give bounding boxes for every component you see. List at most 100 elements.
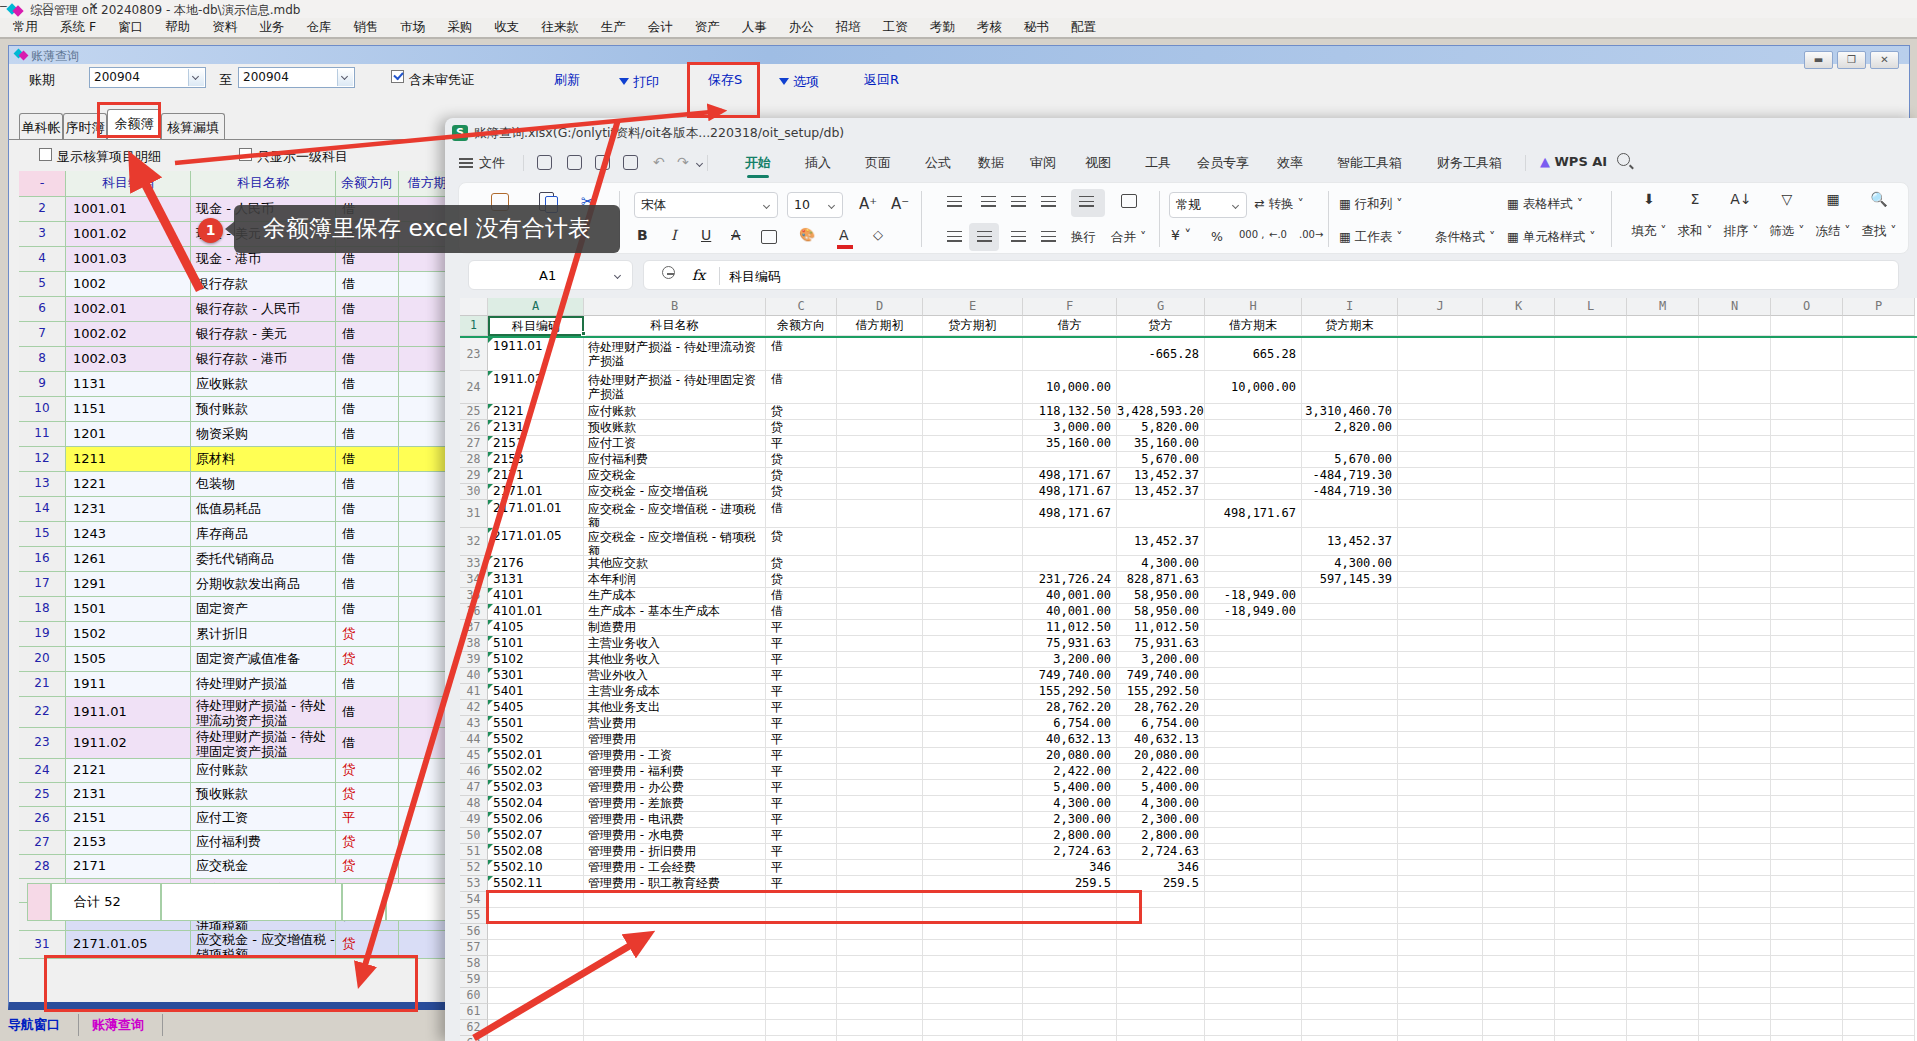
cell[interactable] <box>1302 636 1398 652</box>
cell[interactable]: 28,762.20 <box>1117 700 1205 716</box>
cell-name[interactable]: 应付账款 <box>584 404 766 420</box>
cell[interactable] <box>1843 338 1915 371</box>
cell-name[interactable]: 管理费用 <box>584 732 766 748</box>
cell-empty[interactable] <box>1843 1004 1915 1020</box>
cell[interactable] <box>1555 780 1627 796</box>
cell-empty[interactable] <box>1483 956 1555 972</box>
cell[interactable]: 13,452.37 <box>1117 528 1205 556</box>
cell[interactable] <box>1205 620 1302 636</box>
cell[interactable] <box>1843 844 1915 860</box>
cell-code[interactable]: 5502.02 <box>488 764 584 780</box>
cell[interactable] <box>1398 572 1483 588</box>
cell[interactable] <box>1483 572 1555 588</box>
cell-empty[interactable] <box>488 924 584 940</box>
cell[interactable]: 5,400.00 <box>1023 780 1117 796</box>
cell-empty[interactable] <box>837 956 923 972</box>
cell-empty[interactable] <box>1771 972 1843 988</box>
cell-empty[interactable] <box>584 924 766 940</box>
cell-empty[interactable] <box>1398 924 1483 940</box>
menu-销售[interactable]: 销售 <box>342 19 389 36</box>
cell-name[interactable]: 本年利润 <box>584 572 766 588</box>
sheet-corner[interactable] <box>460 298 488 316</box>
cell-name[interactable]: 生产成本 - 基本生产成本 <box>584 604 766 620</box>
row-header-34[interactable]: 34 <box>460 572 488 588</box>
header-cell[interactable] <box>1398 316 1483 336</box>
excel-menu-审阅[interactable]: 审阅 <box>1030 154 1056 172</box>
cell[interactable]: 35,160.00 <box>1023 436 1117 452</box>
cell[interactable]: 749,740.00 <box>1117 668 1205 684</box>
cell-empty[interactable] <box>1205 988 1302 1004</box>
cell[interactable] <box>1398 668 1483 684</box>
cell[interactable] <box>1843 484 1915 500</box>
excel-menu-页面[interactable]: 页面 <box>865 154 891 172</box>
cell-empty[interactable] <box>1398 908 1483 924</box>
cell-empty[interactable] <box>1843 940 1915 956</box>
cell[interactable]: 58,950.00 <box>1117 604 1205 620</box>
cell[interactable]: 3,000.00 <box>1023 420 1117 436</box>
cell[interactable]: 5,670.00 <box>1117 452 1205 468</box>
cell[interactable] <box>1483 636 1555 652</box>
undo-icon[interactable]: ↶ <box>653 154 665 170</box>
cell-empty[interactable] <box>1771 892 1843 908</box>
cell[interactable] <box>1699 420 1771 436</box>
col-header-A[interactable]: A <box>488 298 584 316</box>
cell[interactable]: 35,160.00 <box>1117 436 1205 452</box>
cell[interactable] <box>923 604 1023 620</box>
cell[interactable] <box>1483 764 1555 780</box>
menu-办公[interactable]: 办公 <box>778 19 825 36</box>
account-name[interactable]: 待处理财产损溢 - 待处理固定资产损溢 <box>191 728 336 759</box>
cell[interactable] <box>923 652 1023 668</box>
cell-empty[interactable] <box>1205 940 1302 956</box>
cell[interactable]: 498,171.67 <box>1023 468 1117 484</box>
cell-dir[interactable]: 平 <box>766 716 837 732</box>
cell[interactable] <box>1205 556 1302 572</box>
cell-empty[interactable] <box>1117 988 1205 1004</box>
cell[interactable] <box>1302 732 1398 748</box>
cell[interactable] <box>837 828 923 844</box>
account-name[interactable]: 银行存款 - 美元 <box>191 322 336 347</box>
cell[interactable] <box>1555 844 1627 860</box>
cell-empty[interactable] <box>1483 972 1555 988</box>
cell-empty[interactable] <box>1699 1036 1771 1041</box>
cell[interactable] <box>1483 420 1555 436</box>
row-header-50[interactable]: 50 <box>460 828 488 844</box>
percent-icon[interactable]: % <box>1211 229 1223 244</box>
menu-采购[interactable]: 采购 <box>436 19 483 36</box>
cell-name[interactable]: 应交税金 - 应交增值税 - 进项税额 <box>584 500 766 528</box>
account-code[interactable]: 1001.03 <box>66 247 191 272</box>
account-code[interactable]: 1002.03 <box>66 347 191 372</box>
cell-empty[interactable] <box>1023 940 1117 956</box>
cell-empty[interactable] <box>1555 892 1627 908</box>
account-code[interactable]: 1911 <box>66 672 191 697</box>
account-code[interactable]: 1911.01 <box>66 697 191 728</box>
row-header-39[interactable]: 39 <box>460 652 488 668</box>
row-header-60[interactable]: 60 <box>460 988 488 1004</box>
cell[interactable] <box>1555 668 1627 684</box>
cell-code[interactable]: 2171.01.05 <box>488 528 584 556</box>
cell[interactable] <box>1843 528 1915 556</box>
excel-menu-效率[interactable]: 效率 <box>1277 154 1303 172</box>
cell-name[interactable]: 管理费用 - 差旅费 <box>584 796 766 812</box>
cell-empty[interactable] <box>1205 1036 1302 1041</box>
menu-往来款[interactable]: 往来款 <box>530 19 590 36</box>
cell[interactable] <box>1302 588 1398 604</box>
cell-empty[interactable] <box>1843 988 1915 1004</box>
cell[interactable] <box>1555 404 1627 420</box>
cell[interactable] <box>923 860 1023 876</box>
cell[interactable] <box>923 636 1023 652</box>
cell[interactable] <box>1843 452 1915 468</box>
cell[interactable] <box>1205 636 1302 652</box>
cell[interactable] <box>1627 684 1699 700</box>
account-code[interactable]: 1261 <box>66 547 191 572</box>
cell[interactable] <box>1302 780 1398 796</box>
underline-icon[interactable]: U <box>701 227 711 243</box>
cell[interactable] <box>1398 732 1483 748</box>
col-header-F[interactable]: F <box>1023 298 1117 316</box>
fill-color-icon[interactable]: 🎨 <box>799 227 815 242</box>
cell-code[interactable]: 1911.01 <box>488 338 584 371</box>
cell[interactable] <box>1205 668 1302 684</box>
cell-name[interactable]: 预收账款 <box>584 420 766 436</box>
cell-name[interactable]: 应交税金 - 应交增值税 - 销项税额 <box>584 528 766 556</box>
cell[interactable] <box>1627 876 1699 892</box>
account-name[interactable]: 原材料 <box>191 447 336 472</box>
